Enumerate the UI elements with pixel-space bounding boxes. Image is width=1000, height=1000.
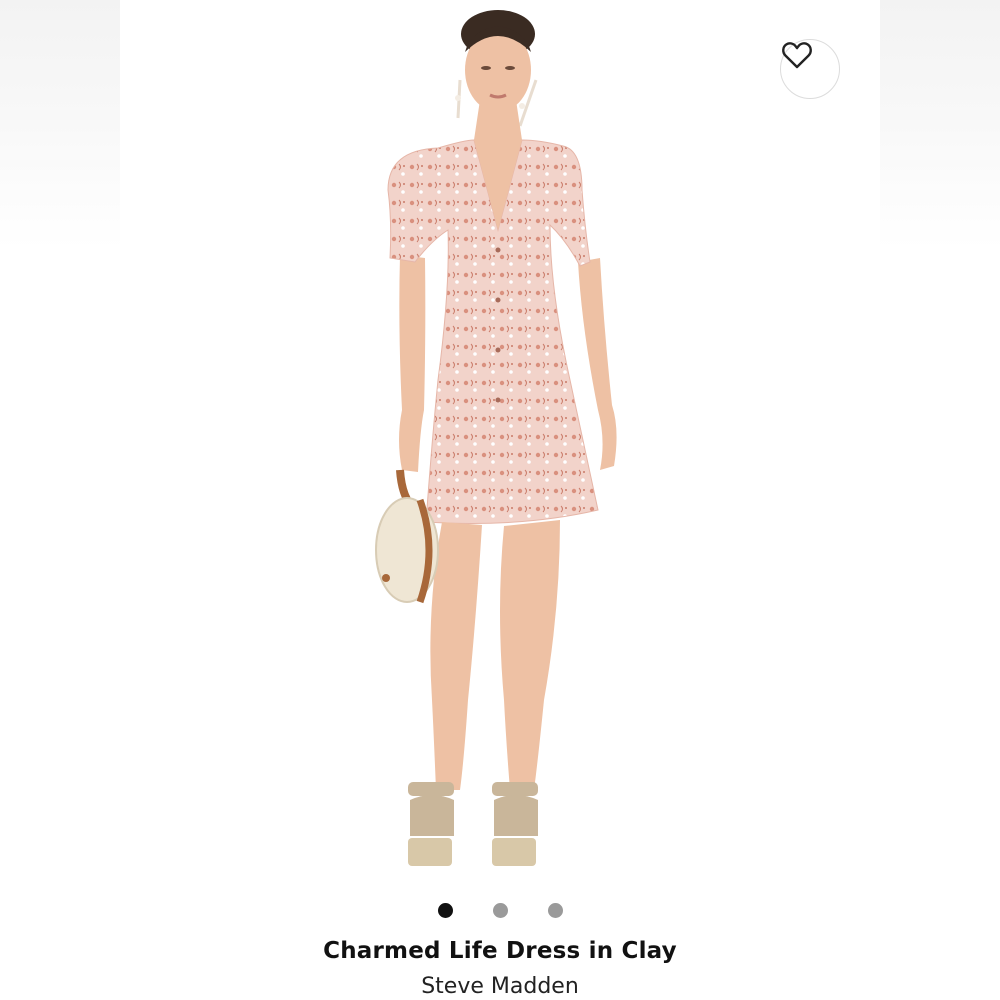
image-pagination-dots (120, 903, 880, 919)
left-gutter (0, 0, 120, 1000)
product-detail-screen: Charmed Life Dress in Clay Steve Madden (0, 0, 1000, 1000)
right-leg (500, 520, 560, 790)
product-title: Charmed Life Dress in Clay (323, 938, 677, 964)
pagination-dot-1[interactable] (437, 903, 453, 918)
pagination-dot-3[interactable] (547, 903, 563, 918)
product-photo-illustration (375, 10, 617, 866)
right-shoe (492, 782, 538, 796)
left-arm (399, 255, 426, 472)
product-image[interactable] (120, 0, 880, 890)
product-card: Charmed Life Dress in Clay Steve Madden (120, 0, 880, 1000)
product-brand[interactable]: Steve Madden (120, 974, 880, 999)
favorite-button[interactable] (780, 39, 840, 99)
right-arm (578, 258, 617, 470)
heart-outline-icon (782, 42, 812, 69)
pagination-dot-2[interactable] (492, 903, 508, 918)
left-shoe (408, 782, 454, 796)
right-gutter (880, 0, 1000, 1000)
